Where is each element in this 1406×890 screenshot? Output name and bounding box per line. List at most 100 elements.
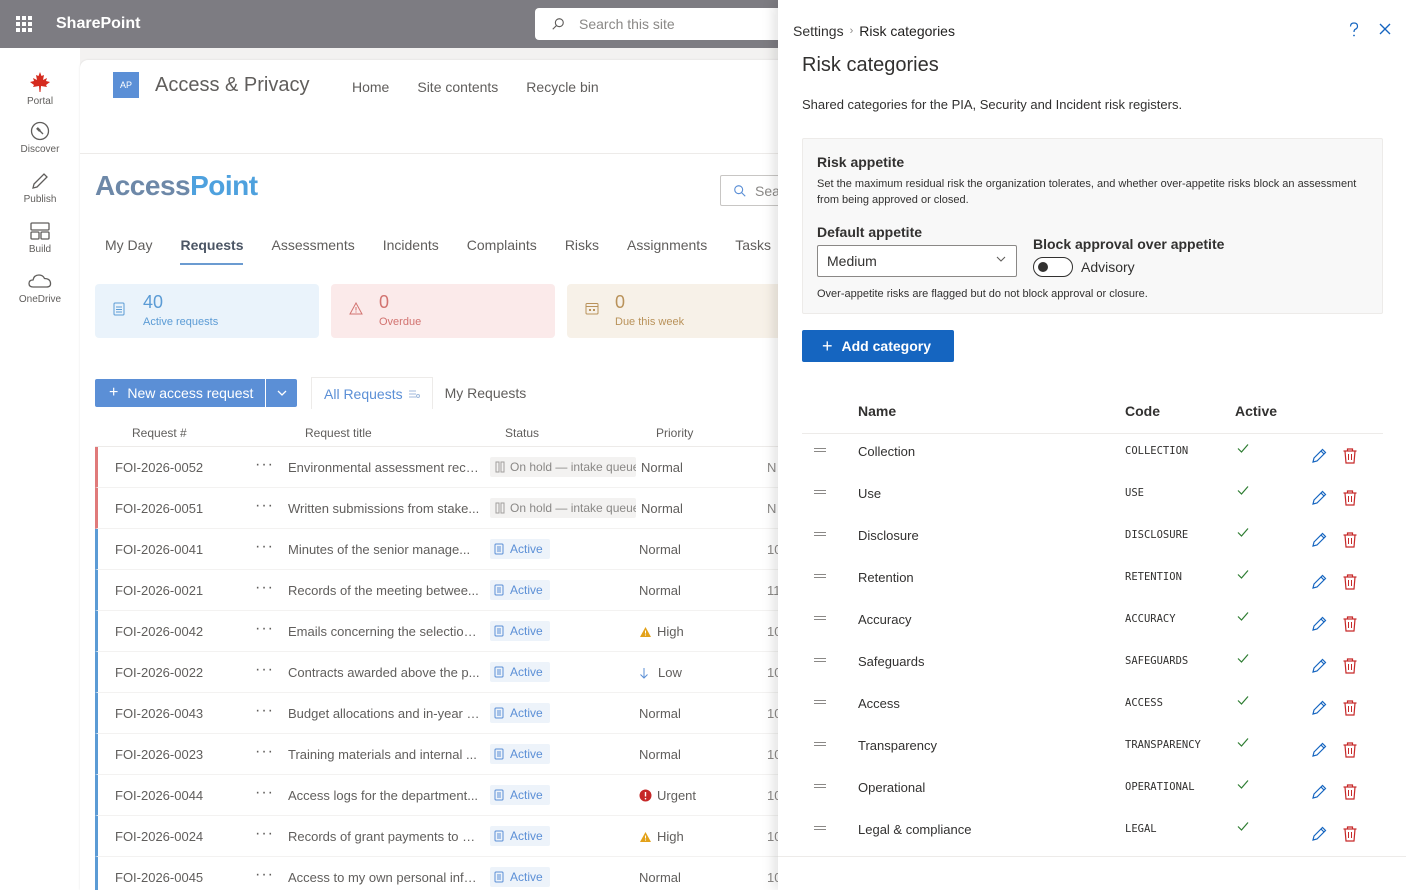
table-row[interactable]: FOI-2026-0045 ··· Access to my own persona…	[95, 857, 800, 890]
request-title[interactable]: Contracts awarded above the p...	[288, 665, 480, 680]
row-more-button[interactable]: ···	[255, 784, 274, 802]
request-number[interactable]: FOI-2026-0022	[115, 665, 203, 680]
edit-icon[interactable]	[1310, 615, 1328, 633]
rail-build[interactable]: Build	[0, 220, 80, 262]
request-title[interactable]: Minutes of the senior manage...	[288, 542, 480, 557]
drag-handle-icon[interactable]	[814, 742, 826, 746]
delete-icon[interactable]	[1342, 741, 1358, 759]
table-row[interactable]: FOI-2026-0022 ··· Contracts awarded above …	[95, 652, 800, 693]
row-more-button[interactable]: ···	[255, 456, 274, 474]
close-icon[interactable]	[1378, 22, 1392, 36]
drag-handle-icon[interactable]	[814, 616, 826, 620]
row-more-button[interactable]: ···	[255, 579, 274, 597]
breadcrumb-settings[interactable]: Settings	[793, 23, 844, 39]
help-icon[interactable]	[1346, 20, 1362, 40]
row-more-button[interactable]: ···	[255, 866, 274, 884]
column-request-number[interactable]: Request #	[132, 426, 187, 440]
request-title[interactable]: Written submissions from stake...	[288, 501, 480, 516]
tab-risks[interactable]: Risks	[565, 237, 599, 265]
rail-publish[interactable]: Publish	[0, 170, 80, 212]
edit-icon[interactable]	[1310, 741, 1328, 759]
request-number[interactable]: FOI-2026-0043	[115, 706, 203, 721]
table-row[interactable]: FOI-2026-0051 ··· Written submissions from…	[95, 488, 800, 529]
site-logo[interactable]: AP	[113, 72, 139, 98]
add-category-button[interactable]: + Add category	[802, 330, 954, 362]
rail-portal[interactable]: Portal	[0, 70, 80, 112]
column-priority[interactable]: Priority	[656, 426, 693, 440]
column-request-title[interactable]: Request title	[305, 426, 372, 440]
site-nav-site-contents[interactable]: Site contents	[417, 79, 498, 95]
request-number[interactable]: FOI-2026-0051	[115, 501, 203, 516]
delete-icon[interactable]	[1342, 783, 1358, 801]
row-more-button[interactable]: ···	[255, 620, 274, 638]
site-nav-recycle-bin[interactable]: Recycle bin	[526, 79, 598, 95]
tab-my-day[interactable]: My Day	[105, 237, 152, 265]
edit-icon[interactable]	[1310, 531, 1328, 549]
row-more-button[interactable]: ···	[255, 661, 274, 679]
table-row[interactable]: FOI-2026-0042 ··· Emails concerning the se…	[95, 611, 800, 652]
drag-handle-icon[interactable]	[814, 784, 826, 788]
edit-icon[interactable]	[1310, 573, 1328, 591]
brand-name[interactable]: SharePoint	[56, 15, 140, 33]
request-title[interactable]: Access to my own personal info...	[288, 870, 480, 885]
default-appetite-select[interactable]: Medium	[817, 245, 1017, 277]
delete-icon[interactable]	[1342, 573, 1358, 591]
delete-icon[interactable]	[1342, 447, 1358, 465]
request-number[interactable]: FOI-2026-0024	[115, 829, 203, 844]
tab-assessments[interactable]: Assessments	[271, 237, 354, 265]
request-number[interactable]: FOI-2026-0041	[115, 542, 203, 557]
row-more-button[interactable]: ···	[255, 538, 274, 556]
edit-icon[interactable]	[1310, 489, 1328, 507]
column-status[interactable]: Status	[505, 426, 539, 440]
app-launcher-button[interactable]	[0, 0, 48, 48]
block-approval-toggle[interactable]	[1033, 257, 1073, 277]
kpi-active-requests[interactable]: 40 Active requests	[95, 284, 319, 338]
drag-handle-icon[interactable]	[814, 448, 826, 452]
delete-icon[interactable]	[1342, 615, 1358, 633]
request-number[interactable]: FOI-2026-0052	[115, 460, 203, 475]
new-access-request-button[interactable]: + New access request	[95, 379, 266, 407]
table-row[interactable]: FOI-2026-0023 ··· Training materials and i…	[95, 734, 800, 775]
row-more-button[interactable]: ···	[255, 825, 274, 843]
edit-icon[interactable]	[1310, 825, 1328, 843]
tab-complaints[interactable]: Complaints	[467, 237, 537, 265]
tab-tasks[interactable]: Tasks	[735, 237, 771, 265]
request-title[interactable]: Access logs for the department...	[288, 788, 480, 803]
request-title[interactable]: Training materials and internal ...	[288, 747, 480, 762]
row-more-button[interactable]: ···	[255, 743, 274, 761]
request-number[interactable]: FOI-2026-0023	[115, 747, 203, 762]
delete-icon[interactable]	[1342, 699, 1358, 717]
request-title[interactable]: Environmental assessment reco...	[288, 460, 480, 475]
row-more-button[interactable]: ···	[255, 497, 274, 515]
request-number[interactable]: FOI-2026-0042	[115, 624, 203, 639]
table-row[interactable]: FOI-2026-0043 ··· Budget allocations and i…	[95, 693, 800, 734]
table-row[interactable]: FOI-2026-0044 ··· Access logs for the depa…	[95, 775, 800, 816]
drag-handle-icon[interactable]	[814, 574, 826, 578]
request-number[interactable]: FOI-2026-0044	[115, 788, 203, 803]
edit-icon[interactable]	[1310, 447, 1328, 465]
request-title[interactable]: Emails concerning the selection...	[288, 624, 480, 639]
request-title[interactable]: Records of grant payments to a...	[288, 829, 480, 844]
delete-icon[interactable]	[1342, 531, 1358, 549]
table-row[interactable]: FOI-2026-0052 ··· Environmental assessment…	[95, 447, 800, 488]
request-number[interactable]: FOI-2026-0045	[115, 870, 203, 885]
row-more-button[interactable]: ···	[255, 702, 274, 720]
drag-handle-icon[interactable]	[814, 532, 826, 536]
tab-assignments[interactable]: Assignments	[627, 237, 707, 265]
rail-onedrive[interactable]: OneDrive	[0, 270, 80, 312]
delete-icon[interactable]	[1342, 825, 1358, 843]
request-title[interactable]: Budget allocations and in-year r...	[288, 706, 480, 721]
rail-discover[interactable]: Discover	[0, 120, 80, 162]
delete-icon[interactable]	[1342, 489, 1358, 507]
edit-icon[interactable]	[1310, 657, 1328, 675]
tab-my-requests[interactable]: My Requests	[433, 377, 539, 409]
table-row[interactable]: FOI-2026-0021 ··· Records of the meeting b…	[95, 570, 800, 611]
tab-all-requests[interactable]: All Requests	[311, 377, 433, 409]
table-row[interactable]: FOI-2026-0041 ··· Minutes of the senior ma…	[95, 529, 800, 570]
drag-handle-icon[interactable]	[814, 658, 826, 662]
kpi-overdue[interactable]: 0 Overdue	[331, 284, 555, 338]
tab-requests[interactable]: Requests	[180, 237, 244, 265]
table-row[interactable]: FOI-2026-0024 ··· Records of grant payment…	[95, 816, 800, 857]
site-search-input[interactable]: Search this site	[535, 8, 795, 40]
edit-icon[interactable]	[1310, 783, 1328, 801]
